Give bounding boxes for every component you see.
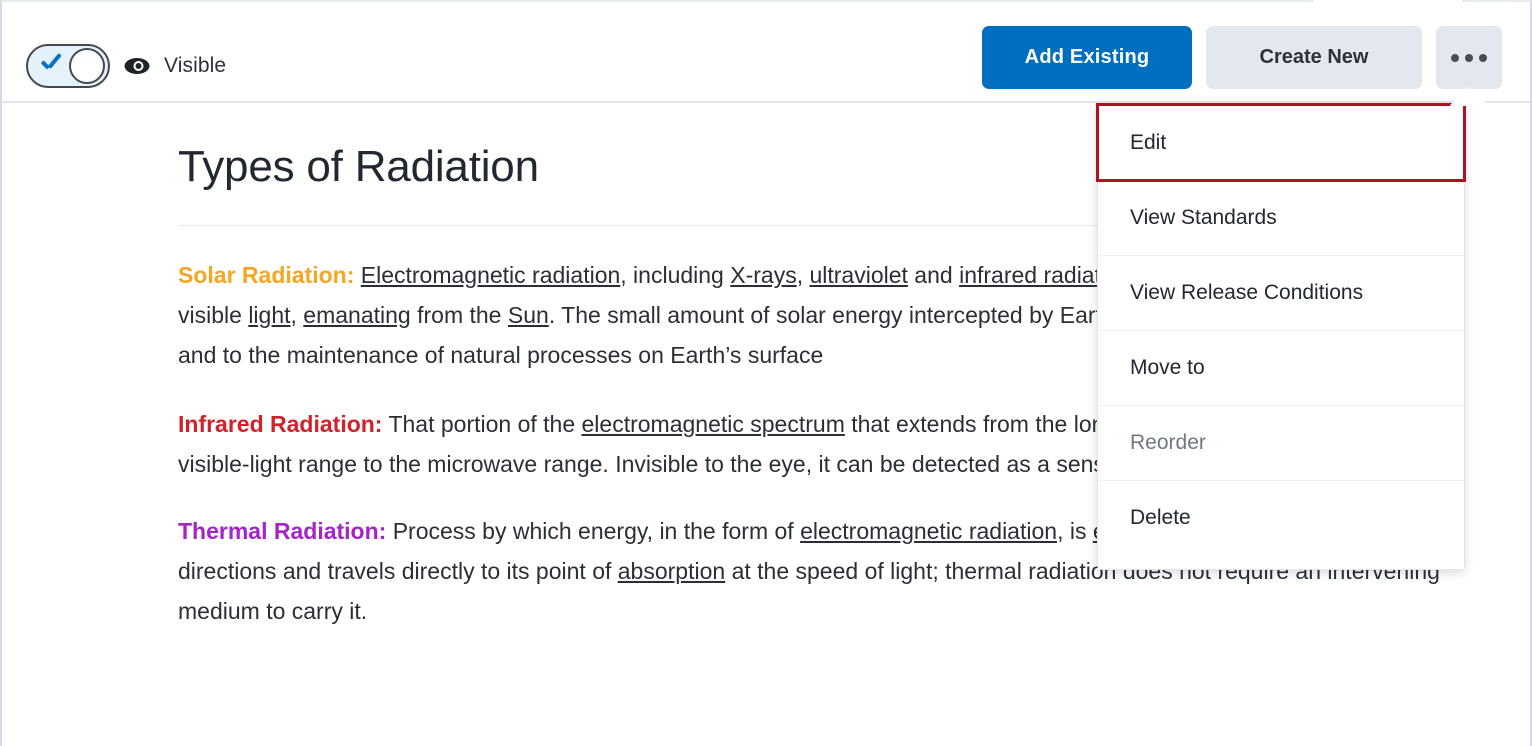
- glossary-term-link[interactable]: electromagnetic spectrum: [582, 411, 845, 437]
- menu-item-move-to[interactable]: Move to: [1098, 330, 1464, 405]
- menu-pointer-arrow: [1450, 88, 1488, 106]
- toolbar-button-row: Add Existing Create New: [982, 26, 1502, 106]
- visibility-label: Visible: [164, 54, 227, 77]
- menu-item-label: Delete: [1130, 506, 1191, 529]
- paragraph-text: , is: [1057, 517, 1093, 544]
- visibility-toggle[interactable]: [26, 44, 110, 88]
- paragraph-term: Thermal Radiation:: [178, 517, 387, 544]
- paragraph-text: ,: [796, 261, 810, 288]
- menu-item-reorder: Reorder: [1098, 405, 1464, 480]
- menu-item-view-standards[interactable]: View Standards: [1098, 180, 1464, 255]
- glossary-term-link[interactable]: X-rays: [730, 262, 796, 288]
- menu-bottom-padding: [1098, 555, 1464, 569]
- menu-item-delete[interactable]: Delete: [1098, 480, 1464, 555]
- glossary-term-link[interactable]: electromagnetic radiation: [800, 518, 1057, 544]
- paragraph-text: ,: [290, 301, 304, 328]
- paragraph-text: That portion of the: [382, 410, 582, 437]
- paragraph-term: Infrared Radiation:: [178, 410, 383, 437]
- glossary-term-link[interactable]: Sun: [508, 302, 549, 328]
- paragraph-text: Process by which energy, in the form of: [386, 517, 801, 544]
- menu-item-label: View Release Conditions: [1130, 281, 1364, 304]
- glossary-term-link[interactable]: Electromagnetic radiation: [361, 262, 621, 288]
- page-root: Visible Add Existing Create New Types of…: [0, 0, 1532, 746]
- menu-item-label: Edit: [1130, 130, 1167, 154]
- add-existing-button[interactable]: Add Existing: [982, 26, 1192, 89]
- create-new-button[interactable]: Create New: [1206, 26, 1422, 89]
- paragraph-text: from the: [410, 301, 508, 328]
- paragraph-text: and: [907, 261, 960, 288]
- check-icon: [38, 53, 64, 79]
- menu-item-label: Move to: [1130, 356, 1205, 379]
- toolbar: Visible Add Existing Create New: [2, 2, 1530, 106]
- more-options-button[interactable]: [1436, 26, 1502, 106]
- menu-item-label: Reorder: [1130, 431, 1206, 454]
- paragraph-text: , including: [620, 261, 731, 288]
- eye-icon: [124, 58, 150, 74]
- glossary-term-link[interactable]: emanating: [303, 302, 410, 328]
- glossary-term-link[interactable]: light: [248, 302, 290, 328]
- glossary-term-link[interactable]: absorption: [618, 558, 725, 584]
- visibility-group: Visible: [26, 44, 226, 88]
- menu-item-edit[interactable]: Edit: [1096, 103, 1466, 182]
- paragraph-term: Solar Radiation:: [178, 261, 355, 288]
- toggle-knob: [69, 48, 105, 84]
- glossary-term-link[interactable]: ultraviolet: [809, 262, 907, 288]
- ellipsis-icon: [1451, 53, 1487, 62]
- context-menu: Edit View Standards View Release Conditi…: [1096, 103, 1466, 570]
- menu-item-label: View Standards: [1130, 206, 1277, 229]
- menu-item-view-release-conditions[interactable]: View Release Conditions: [1098, 255, 1464, 330]
